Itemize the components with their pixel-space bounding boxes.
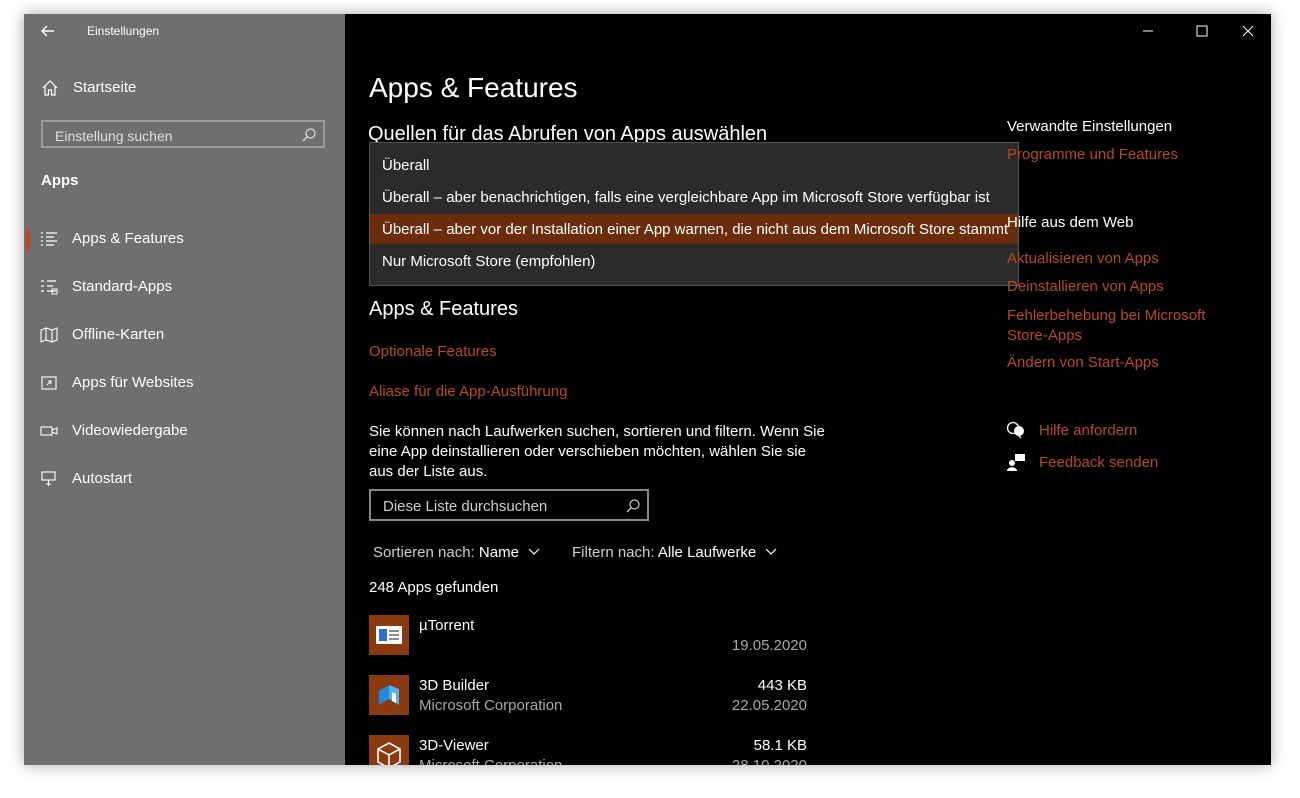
home-link[interactable]: Startseite (41, 76, 331, 100)
web-apps-icon (41, 376, 57, 390)
chevron-down-icon (528, 548, 540, 555)
app-name: 3D Builder (419, 677, 490, 694)
send-feedback-link[interactable]: Feedback senden (1039, 454, 1158, 471)
settings-window: Einstellungen Startseite Apps Apps & Fea… (24, 14, 1271, 765)
app-name: 3D-Viewer (419, 737, 489, 754)
app-list-item[interactable]: 3D Builder Microsoft Corporation 443 KB … (369, 675, 809, 729)
app-date: 22.05.2020 (731, 697, 807, 714)
web-help-link[interactable]: Aktualisieren von Apps (1007, 250, 1159, 267)
sidebar-item-apps-for-websites[interactable]: Apps für Websites (24, 363, 345, 403)
app-list-item[interactable]: 3D-Viewer Microsoft Corporation 58.1 KB … (369, 735, 809, 765)
app-publisher: Microsoft Corporation (419, 697, 563, 714)
settings-search-box[interactable] (41, 120, 325, 148)
app-date: 19.05.2020 (731, 637, 807, 654)
minimize-icon (1143, 30, 1153, 32)
dropdown-option-selected[interactable]: Überall – aber vor der Installation eine… (370, 214, 1018, 244)
settings-search-input[interactable] (53, 126, 297, 146)
maximize-icon (1196, 25, 1208, 37)
filter-dropdown[interactable]: Filtern nach: Alle Laufwerke (572, 544, 778, 561)
3d-builder-icon (369, 675, 409, 715)
back-arrow-icon (41, 25, 54, 37)
dropdown-option[interactable]: Nur Microsoft Store (empfohlen) (370, 246, 1018, 276)
app-name: µTorrent (419, 617, 475, 634)
sidebar-item-autostart[interactable]: Autostart (24, 459, 345, 499)
sidebar-item-label: Videowiedergabe (72, 422, 188, 439)
sidebar-item-standard-apps[interactable]: Standard-Apps (24, 267, 345, 307)
minimize-button[interactable] (1131, 20, 1165, 42)
main-content: Apps & Features Quellen für das Abrufen … (345, 14, 1271, 765)
sidebar-item-label: Apps für Websites (72, 374, 194, 391)
sidebar-item-apps-features[interactable]: Apps & Features (24, 219, 345, 259)
sort-value: Name (478, 544, 519, 561)
active-indicator (26, 229, 30, 251)
app-alias-link[interactable]: Aliase für die App-Ausführung (369, 383, 567, 400)
page-title: Apps & Features (369, 72, 578, 103)
app-date: 28.10.2020 (732, 757, 807, 765)
3d-viewer-icon (369, 735, 409, 765)
apps-count: 248 Apps gefunden (369, 579, 499, 596)
feedback-icon (1007, 454, 1025, 471)
title-bar: Einstellungen (24, 14, 345, 48)
related-settings-heading: Verwandte Einstellungen (1007, 118, 1173, 135)
list-icon (41, 232, 57, 246)
optional-features-link[interactable]: Optionale Features (369, 343, 497, 360)
close-button[interactable] (1231, 20, 1265, 42)
app-source-dropdown[interactable]: Überall Überall – aber benachrichtigen, … (369, 142, 1019, 286)
section-heading: Apps (41, 172, 79, 189)
home-label: Startseite (73, 79, 137, 96)
app-list-search-box[interactable] (369, 489, 649, 521)
web-help-link[interactable]: Ändern von Start-Apps (1007, 354, 1159, 371)
search-icon[interactable] (301, 127, 317, 143)
video-icon (40, 426, 58, 436)
sidebar-item-offline-maps[interactable]: Offline-Karten (24, 315, 345, 355)
filter-value: Alle Laufwerke (657, 544, 757, 561)
sidebar-item-label: Offline-Karten (72, 326, 165, 343)
close-icon (1242, 25, 1254, 37)
filter-label: Filtern nach: (572, 544, 655, 561)
web-help-link[interactable]: Fehlerbehebung bei Microsoft Store-Apps (1007, 306, 1227, 346)
dropdown-option[interactable]: Überall (370, 150, 1018, 180)
option-label: Überall – aber vor der Installation eine… (382, 221, 1009, 238)
sidebar-item-label: Autostart (72, 470, 133, 487)
programs-features-link[interactable]: Programme und Features (1007, 146, 1178, 163)
map-icon (40, 327, 58, 343)
option-label: Nur Microsoft Store (empfohlen) (382, 253, 596, 270)
app-publisher: Microsoft Corporation (419, 757, 562, 765)
sidebar-item-label: Standard-Apps (72, 278, 173, 295)
app-size: 443 KB (757, 677, 807, 694)
utorrent-icon (369, 615, 409, 655)
sort-dropdown[interactable]: Sortieren nach: Name (373, 544, 541, 561)
app-title: Einstellungen (87, 24, 160, 38)
back-button[interactable] (36, 20, 60, 42)
app-size: 58.1 KB (753, 737, 807, 754)
sidebar-item-video-playback[interactable]: Videowiedergabe (24, 411, 345, 451)
apps-features-heading: Apps & Features (369, 298, 518, 320)
web-help-heading: Hilfe aus dem Web (1007, 214, 1134, 231)
home-icon (42, 80, 58, 96)
app-list-item[interactable]: µTorrent 19.05.2020 (369, 615, 809, 669)
web-help-link[interactable]: Deinstallieren von Apps (1007, 278, 1164, 295)
get-help-link[interactable]: Hilfe anfordern (1039, 422, 1137, 439)
sidebar: Einstellungen Startseite Apps Apps & Fea… (24, 14, 345, 765)
dropdown-option[interactable]: Überall – aber benachrichtigen, falls ei… (370, 182, 1018, 212)
option-label: Überall – aber benachrichtigen, falls ei… (382, 189, 990, 206)
option-label: Überall (382, 157, 430, 174)
description-text: Sie können nach Laufwerken suchen, sorti… (369, 423, 825, 480)
app-list-search-input[interactable] (381, 496, 625, 516)
sidebar-item-label: Apps & Features (72, 230, 184, 247)
sort-label: Sortieren nach: (373, 544, 475, 561)
chevron-down-icon (766, 548, 777, 555)
startup-icon (41, 471, 56, 486)
help-chat-icon (1006, 421, 1024, 439)
default-apps-icon (41, 280, 58, 295)
search-icon[interactable] (625, 498, 641, 514)
maximize-button[interactable] (1185, 20, 1219, 42)
